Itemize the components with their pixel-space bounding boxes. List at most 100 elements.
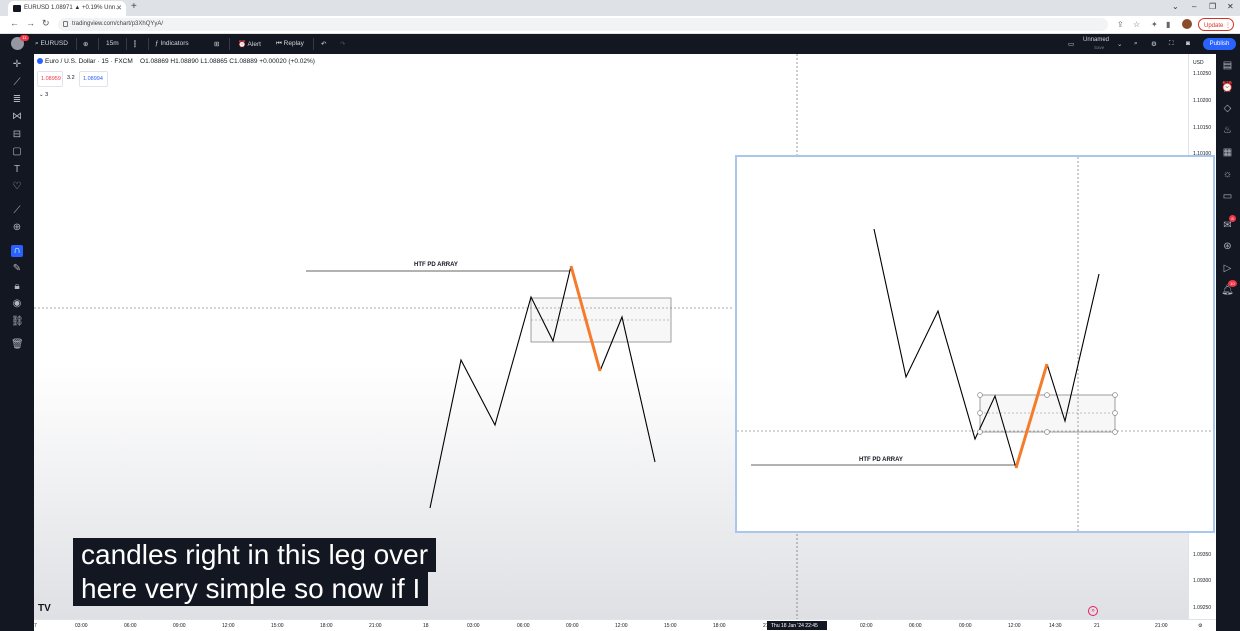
address-bar: ← → ↻ tradingview.com/chart/p3XhQYyA/ ⇪ … bbox=[0, 16, 1240, 34]
divider bbox=[76, 38, 77, 50]
window-close-icon[interactable]: ✕ bbox=[1227, 2, 1234, 11]
fullscreen-icon[interactable]: ⛶ bbox=[1169, 40, 1174, 48]
new-tab-icon[interactable]: + bbox=[131, 1, 137, 12]
favorite-icon[interactable]: ♡ bbox=[11, 181, 23, 193]
time-label: 14:30 bbox=[1049, 623, 1062, 629]
chevron-down-icon[interactable]: ⌄ bbox=[1172, 2, 1179, 11]
time-label: 21:00 bbox=[369, 623, 382, 629]
price-label: 1.09250 bbox=[1193, 605, 1212, 611]
ruler-icon[interactable]: ⟋ bbox=[11, 205, 23, 217]
trash-icon[interactable]: 🗑︎ bbox=[11, 339, 24, 351]
notifications-badge: 10 bbox=[1228, 280, 1237, 287]
indicators-button[interactable]: ƒ Indicators bbox=[155, 40, 189, 47]
add-symbol-icon[interactable]: ⊕ bbox=[83, 40, 88, 48]
divider bbox=[126, 38, 127, 50]
text-icon[interactable]: T bbox=[11, 164, 23, 176]
time-label: 12:00 bbox=[222, 623, 235, 629]
subtitle-line: candles right in this leg over bbox=[73, 538, 437, 572]
browser-tab[interactable]: EURUSD 1.08971 ▲ +0.19% Unn… ✕ bbox=[8, 1, 126, 16]
browser-tab-title: EURUSD 1.08971 ▲ +0.19% Unn… bbox=[24, 5, 122, 11]
watchlist-icon[interactable]: ▤ bbox=[1221, 59, 1234, 72]
update-button[interactable]: Update ⋮ bbox=[1198, 18, 1234, 31]
pattern-icon[interactable]: ⋈ bbox=[11, 111, 23, 123]
candle-style-icon[interactable]: ┇ bbox=[133, 40, 137, 48]
layout-icon[interactable]: ▭ bbox=[1068, 40, 1074, 48]
shapes-icon[interactable]: ▢ bbox=[11, 146, 23, 158]
time-axis[interactable]: 7 03:00 06:00 09:00 12:00 15:00 18:00 21… bbox=[34, 619, 1216, 631]
idea-bulb-icon[interactable]: ☼ bbox=[1221, 168, 1234, 181]
crosshair-icon[interactable]: ✛ bbox=[11, 59, 23, 71]
templates-icon[interactable]: ⊞ bbox=[214, 40, 219, 48]
search-icon: ⌕ bbox=[35, 40, 39, 47]
chart-legend: Euro / U.S. Dollar · 15 · FXCM O1.08869 … bbox=[37, 58, 315, 65]
currency-label: USD bbox=[1193, 60, 1204, 66]
close-tab-icon[interactable]: ✕ bbox=[116, 4, 122, 12]
time-label: 15:00 bbox=[664, 623, 677, 629]
time-label: 09:00 bbox=[173, 623, 186, 629]
publish-button[interactable]: Publish bbox=[1203, 38, 1236, 50]
play-icon[interactable]: ▷ bbox=[1221, 262, 1234, 275]
spread-value: 3.2 bbox=[67, 75, 75, 81]
forward-icon[interactable]: → bbox=[26, 18, 35, 28]
back-icon[interactable]: ← bbox=[10, 18, 19, 28]
right-sidebar-toolbar: ▤ ⏰ ◇ ♨ ▦ ▭ 8 ☼ ✉ ⊛ ▷ 🔔︎ 10 bbox=[1216, 54, 1240, 631]
link-icon[interactable]: ⛓ bbox=[11, 316, 24, 328]
share-icon[interactable]: ⇪ bbox=[1117, 20, 1124, 29]
replay-icon: ⏮ bbox=[276, 40, 282, 47]
layout-name[interactable]: Unnamed bbox=[1083, 37, 1109, 43]
alert-button[interactable]: ⏰ Alert bbox=[238, 40, 261, 48]
browser-tab-bar: EURUSD 1.08971 ▲ +0.19% Unn… ✕ + ⌄ – ❐ ✕ bbox=[0, 0, 1240, 16]
lock-drawings-icon[interactable]: 🔒︎ bbox=[11, 281, 23, 293]
calendar-icon[interactable]: ▦ bbox=[1221, 146, 1234, 159]
replay-button[interactable]: ⏮ Replay bbox=[276, 40, 304, 48]
time-label: 12:00 bbox=[615, 623, 628, 629]
url-field[interactable]: tradingview.com/chart/p3XhQYyA/ bbox=[58, 18, 1108, 31]
fib-icon[interactable]: ≣ bbox=[11, 94, 23, 106]
stay-drawing-icon[interactable]: ✎ bbox=[11, 263, 23, 275]
magnet-icon[interactable]: ∩ bbox=[11, 245, 23, 257]
undo-icon[interactable]: ↶ bbox=[321, 40, 326, 48]
trendline-icon[interactable]: ⟋ bbox=[11, 77, 23, 89]
inset-chart-overlay: HTF PD ARRAY bbox=[735, 155, 1215, 533]
sell-button[interactable]: 1.08959 bbox=[37, 71, 63, 87]
price-label: 1.09300 bbox=[1193, 578, 1212, 584]
alerts-icon[interactable]: ⏰ bbox=[1221, 81, 1234, 94]
symbol-search-button[interactable]: ⌕ EURUSD bbox=[35, 40, 68, 48]
reload-icon[interactable]: ↻ bbox=[42, 18, 50, 29]
buy-button[interactable]: 1.08994 bbox=[79, 71, 108, 87]
star-icon[interactable]: ☆ bbox=[1133, 20, 1140, 29]
snapshot-icon[interactable]: ◙ bbox=[1186, 40, 1190, 47]
replay-label: Replay bbox=[283, 40, 304, 47]
go-to-realtime-icon[interactable]: » bbox=[1088, 606, 1098, 616]
layout-save-label: Save bbox=[1094, 45, 1105, 50]
minimize-icon[interactable]: – bbox=[1192, 2, 1196, 11]
profile-avatar[interactable] bbox=[1182, 19, 1192, 29]
streams-icon[interactable]: ⊛ bbox=[1221, 240, 1234, 253]
price-label: 1.10150 bbox=[1193, 125, 1212, 131]
inset-drawings bbox=[737, 157, 1213, 531]
chat-icon[interactable]: ✉ bbox=[1221, 219, 1234, 232]
legend-collapse-button[interactable]: ⌄ 3 bbox=[39, 92, 48, 98]
ideas-icon[interactable]: ▭ bbox=[1221, 190, 1234, 203]
extensions-icon[interactable]: ✦ bbox=[1151, 20, 1158, 29]
redo-icon[interactable]: ↷ bbox=[340, 40, 345, 48]
maximize-icon[interactable]: ❐ bbox=[1209, 2, 1216, 11]
divider bbox=[98, 38, 99, 50]
hotlists-icon[interactable]: ♨ bbox=[1221, 124, 1234, 137]
time-axis-settings-icon[interactable]: ⚙ bbox=[1198, 623, 1202, 629]
settings-icon[interactable]: ⚙ bbox=[1151, 40, 1157, 48]
interval-button[interactable]: 15m bbox=[106, 40, 119, 47]
hide-drawings-icon[interactable]: ◉ bbox=[11, 298, 23, 310]
price-label: 1.09350 bbox=[1193, 552, 1212, 558]
chevron-down-icon[interactable]: ⌄ bbox=[1117, 40, 1122, 48]
time-label: 03:00 bbox=[467, 623, 480, 629]
object-tree-icon[interactable]: ◇ bbox=[1221, 102, 1234, 115]
time-label: 06:00 bbox=[124, 623, 137, 629]
zoom-icon[interactable]: ⊕ bbox=[11, 222, 23, 234]
symbol-name[interactable]: Euro / U.S. Dollar · 15 · FXCM bbox=[45, 58, 133, 65]
forecast-icon[interactable]: ⊟ bbox=[11, 129, 23, 141]
sidepanel-icon[interactable]: ▮ bbox=[1166, 20, 1170, 29]
left-drawing-toolbar: ✛ ⟋ ≣ ⋈ ⊟ ▢ T ♡ ⟋ ⊕ ∩ ✎ 🔒︎ ◉ ⛓ 🗑︎ bbox=[0, 54, 34, 631]
quick-search-icon[interactable]: ⌕ bbox=[1134, 40, 1138, 48]
tradingview-logo-icon: TV bbox=[38, 603, 51, 614]
